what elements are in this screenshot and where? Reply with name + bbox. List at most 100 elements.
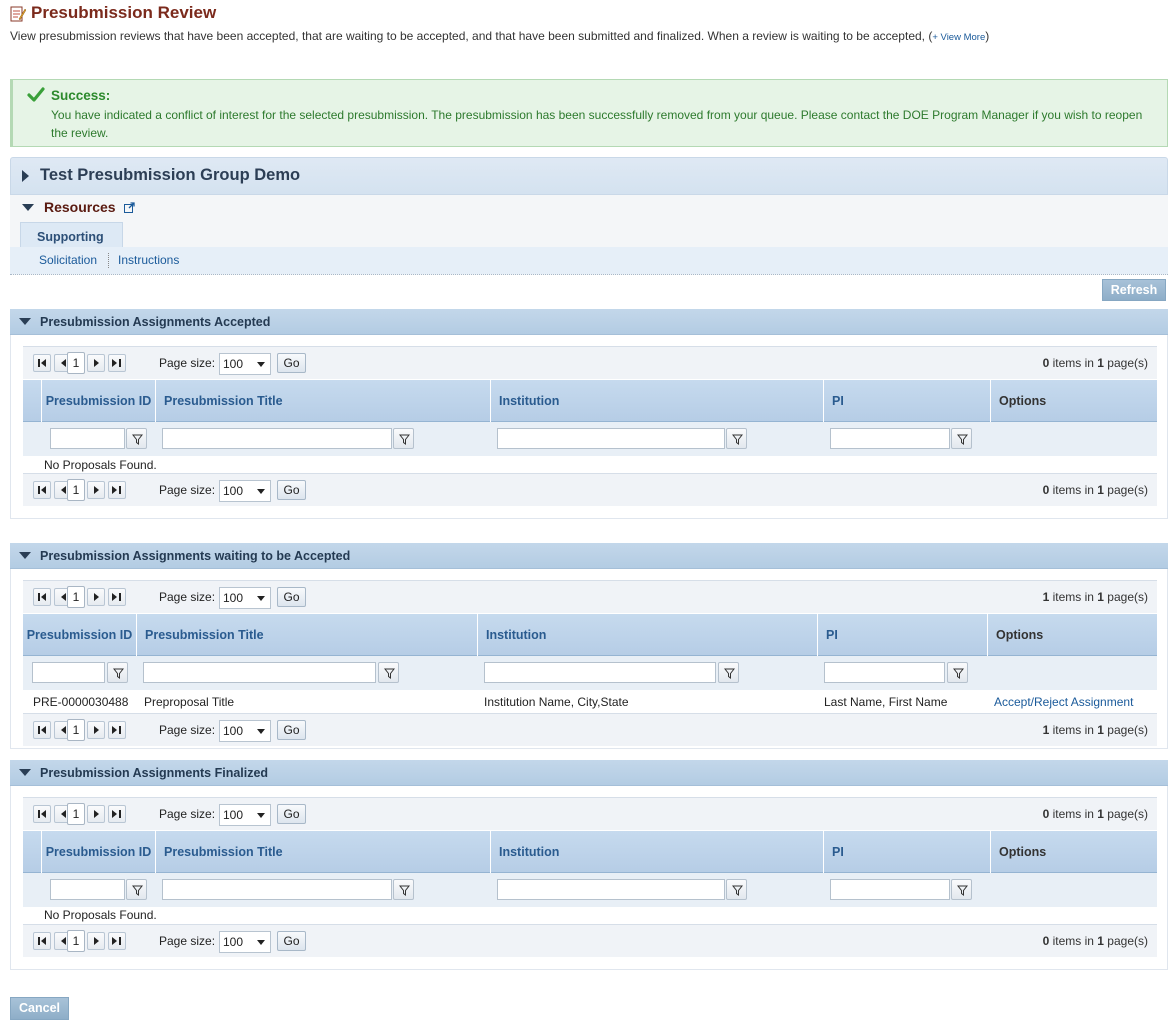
column-header-pi[interactable]: PI — [823, 380, 990, 422]
chevron-down-icon — [257, 813, 265, 818]
resources-title: Resources — [44, 199, 116, 215]
filter-icon — [132, 885, 143, 896]
filter-id-button[interactable] — [126, 428, 147, 449]
column-header-pi[interactable]: PI — [823, 831, 990, 873]
filter-institution-button[interactable] — [718, 662, 739, 683]
column-header-options: Options — [990, 380, 1157, 422]
filter-title-input[interactable] — [162, 879, 392, 900]
next-page-icon[interactable] — [87, 588, 105, 606]
filter-id-input[interactable] — [50, 428, 125, 449]
first-page-icon[interactable] — [33, 354, 51, 372]
next-page-icon[interactable] — [87, 932, 105, 950]
column-header-institution[interactable]: Institution — [477, 614, 817, 656]
filter-title-button[interactable] — [378, 662, 399, 683]
page-size-select[interactable]: 100 — [219, 480, 271, 502]
filter-id-input[interactable] — [32, 662, 105, 683]
view-more-link[interactable]: + View More — [932, 32, 985, 43]
section-accepted-header[interactable]: Presubmission Assignments Accepted — [10, 309, 1168, 335]
filter-id-button[interactable] — [126, 879, 147, 900]
next-page-icon[interactable] — [87, 805, 105, 823]
filter-title-input[interactable] — [162, 428, 392, 449]
section-waiting-header[interactable]: Presubmission Assignments waiting to be … — [10, 543, 1168, 569]
filter-id-input[interactable] — [50, 879, 125, 900]
column-header-institution[interactable]: Institution — [490, 380, 823, 422]
column-header-pi[interactable]: PI — [817, 614, 987, 656]
filter-pi-input[interactable] — [830, 428, 950, 449]
last-page-icon[interactable] — [108, 588, 126, 606]
filter-pi-input[interactable] — [830, 879, 950, 900]
collapse-arrow-icon[interactable] — [19, 769, 31, 776]
filter-institution-button[interactable] — [726, 879, 747, 900]
current-page[interactable]: 1 — [67, 352, 85, 374]
filter-institution-button[interactable] — [726, 428, 747, 449]
current-page[interactable]: 1 — [67, 930, 85, 952]
next-page-icon[interactable] — [87, 721, 105, 739]
filter-row — [23, 656, 1157, 690]
checkmark-icon — [27, 87, 45, 102]
tab-supporting[interactable]: Supporting — [20, 222, 123, 247]
filter-pi-button[interactable] — [951, 879, 972, 900]
last-page-icon[interactable] — [108, 481, 126, 499]
go-button[interactable]: Go — [277, 804, 306, 824]
first-page-icon[interactable] — [33, 721, 51, 739]
collapse-arrow-icon[interactable] — [19, 318, 31, 325]
instructions-link[interactable]: Instructions — [118, 253, 179, 267]
accept-reject-link[interactable]: Accept/Reject Assignment — [994, 695, 1133, 709]
first-page-icon[interactable] — [33, 932, 51, 950]
section-finalized-header[interactable]: Presubmission Assignments Finalized — [10, 760, 1168, 786]
external-link-icon[interactable] — [123, 201, 135, 213]
current-page[interactable]: 1 — [67, 479, 85, 501]
current-page[interactable]: 1 — [67, 586, 85, 608]
page-size-select[interactable]: 100 — [219, 931, 271, 953]
filter-title-button[interactable] — [393, 879, 414, 900]
column-header-title[interactable]: Presubmission Title — [136, 614, 477, 656]
first-page-icon[interactable] — [33, 805, 51, 823]
page-size-select[interactable]: 100 — [219, 353, 271, 375]
filter-institution-input[interactable] — [497, 428, 725, 449]
collapse-arrow-icon[interactable] — [19, 552, 31, 559]
group-panel-header[interactable]: Test Presubmission Group Demo — [10, 157, 1168, 195]
go-button[interactable]: Go — [277, 480, 306, 500]
page-size-label: Page size: — [159, 723, 216, 737]
filter-pi-input[interactable] — [824, 662, 945, 683]
first-page-icon[interactable] — [33, 588, 51, 606]
page-size-select[interactable]: 100 — [219, 804, 271, 826]
solicitation-link[interactable]: Solicitation — [39, 253, 97, 267]
filter-pi-button[interactable] — [947, 662, 968, 683]
column-header-title[interactable]: Presubmission Title — [155, 380, 490, 422]
go-button[interactable]: Go — [277, 353, 306, 373]
filter-title-input[interactable] — [143, 662, 376, 683]
column-header-id[interactable]: Presubmission ID — [41, 380, 155, 422]
filter-institution-input[interactable] — [484, 662, 716, 683]
resources-header[interactable]: Resources — [22, 199, 135, 215]
current-page[interactable]: 1 — [67, 719, 85, 741]
expand-arrow-icon[interactable] — [22, 170, 29, 182]
page-size-select[interactable]: 100 — [219, 587, 271, 609]
next-page-icon[interactable] — [87, 354, 105, 372]
column-header-institution[interactable]: Institution — [490, 831, 823, 873]
page-size-value: 100 — [223, 357, 244, 371]
last-page-icon[interactable] — [108, 721, 126, 739]
go-button[interactable]: Go — [277, 587, 306, 607]
page-size-label: Page size: — [159, 590, 216, 604]
refresh-button[interactable]: Refresh — [1102, 279, 1166, 301]
last-page-icon[interactable] — [108, 354, 126, 372]
filter-pi-button[interactable] — [951, 428, 972, 449]
collapse-arrow-icon[interactable] — [22, 203, 34, 211]
column-header-id[interactable]: Presubmission ID — [41, 831, 155, 873]
column-header-title[interactable]: Presubmission Title — [155, 831, 490, 873]
column-header-id[interactable]: Presubmission ID — [23, 614, 136, 656]
last-page-icon[interactable] — [108, 805, 126, 823]
page-size-select[interactable]: 100 — [219, 720, 271, 742]
filter-title-button[interactable] — [393, 428, 414, 449]
go-button[interactable]: Go — [277, 931, 306, 951]
cancel-button[interactable]: Cancel — [10, 997, 69, 1020]
last-page-icon[interactable] — [108, 932, 126, 950]
first-page-icon[interactable] — [33, 481, 51, 499]
current-page[interactable]: 1 — [67, 803, 85, 825]
next-page-icon[interactable] — [87, 481, 105, 499]
go-button[interactable]: Go — [277, 720, 306, 740]
link-separator — [108, 253, 109, 268]
filter-id-button[interactable] — [107, 662, 128, 683]
filter-institution-input[interactable] — [497, 879, 725, 900]
